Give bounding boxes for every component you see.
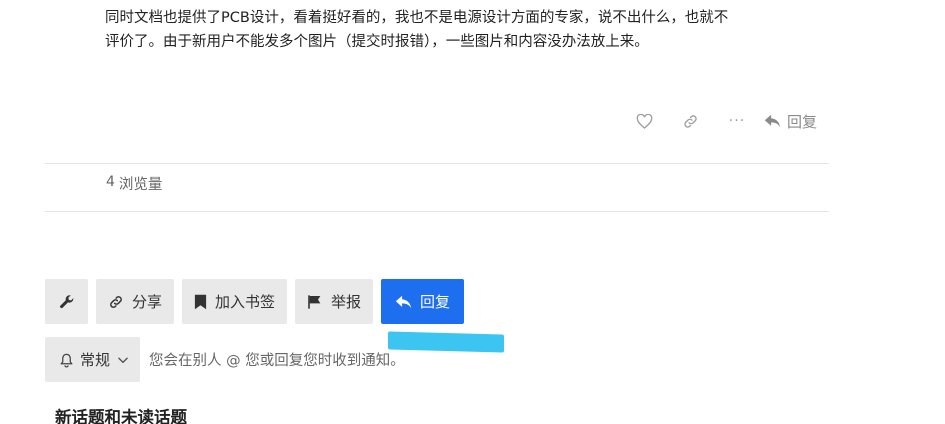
post-actions: ··· 回复 (622, 108, 817, 134)
notification-level-button[interactable]: 常规 (45, 337, 141, 382)
flag-label: 举报 (331, 293, 362, 311)
link-icon (684, 114, 698, 128)
share-label: 分享 (132, 293, 163, 311)
reply-icon (395, 295, 412, 308)
notification-level-label: 常规 (80, 351, 111, 369)
post-paragraph-line-2: 评价了。由于新用户不能发多个图片（提交时报错），一些图片和内容没办法放上来。 (105, 34, 649, 50)
post-paragraph-line-1: 同时文档也提供了PCB设计，看着挺好看的，我也不是电源设计方面的专家，说不出什么… (105, 10, 729, 26)
chevron-down-icon (118, 357, 128, 363)
copy-link-button[interactable] (668, 108, 714, 134)
bookmark-label: 加入书签 (215, 293, 276, 311)
bell-icon (60, 353, 73, 367)
admin-actions-button[interactable] (45, 279, 88, 324)
reply-label: 回复 (420, 293, 451, 311)
view-count-label: 浏览量 (118, 177, 163, 193)
notification-description: 您会在别人 @ 您或回复您时收到通知。 (149, 353, 405, 369)
flag-button[interactable]: 举报 (295, 279, 374, 324)
bookmark-button[interactable]: 加入书签 (182, 279, 288, 324)
notification-row: 常规 您会在别人 @ 您或回复您时收到通知。 (45, 337, 405, 382)
flag-icon (308, 294, 321, 309)
wrench-icon (59, 294, 73, 308)
heart-icon (637, 113, 653, 129)
divider (45, 211, 829, 212)
section-title: 新话题和未读话题 (55, 408, 187, 424)
post-reply-label: 回复 (786, 112, 817, 131)
reply-button[interactable]: 回复 (381, 279, 465, 324)
topic-page: 同时文档也提供了PCB设计，看着挺好看的，我也不是电源设计方面的专家，说不出什么… (0, 0, 945, 424)
post-content: 同时文档也提供了PCB设计，看着挺好看的，我也不是电源设计方面的专家，说不出什么… (105, 6, 825, 54)
bookmark-icon (194, 294, 207, 309)
view-count-number: 4 (106, 174, 115, 190)
topic-footer-buttons: 分享 加入书签 举报 回复 (45, 279, 465, 324)
ellipsis-icon: ··· (728, 113, 746, 129)
post-reply-button[interactable]: 回复 (764, 108, 817, 134)
more-actions-button[interactable]: ··· (714, 108, 760, 134)
like-button[interactable] (622, 108, 668, 134)
link-icon (110, 295, 122, 308)
highlight-mark (388, 331, 504, 353)
divider (45, 163, 829, 164)
reply-icon (764, 114, 781, 128)
share-button[interactable]: 分享 (96, 279, 175, 324)
view-count: 4 浏览量 (106, 173, 162, 194)
